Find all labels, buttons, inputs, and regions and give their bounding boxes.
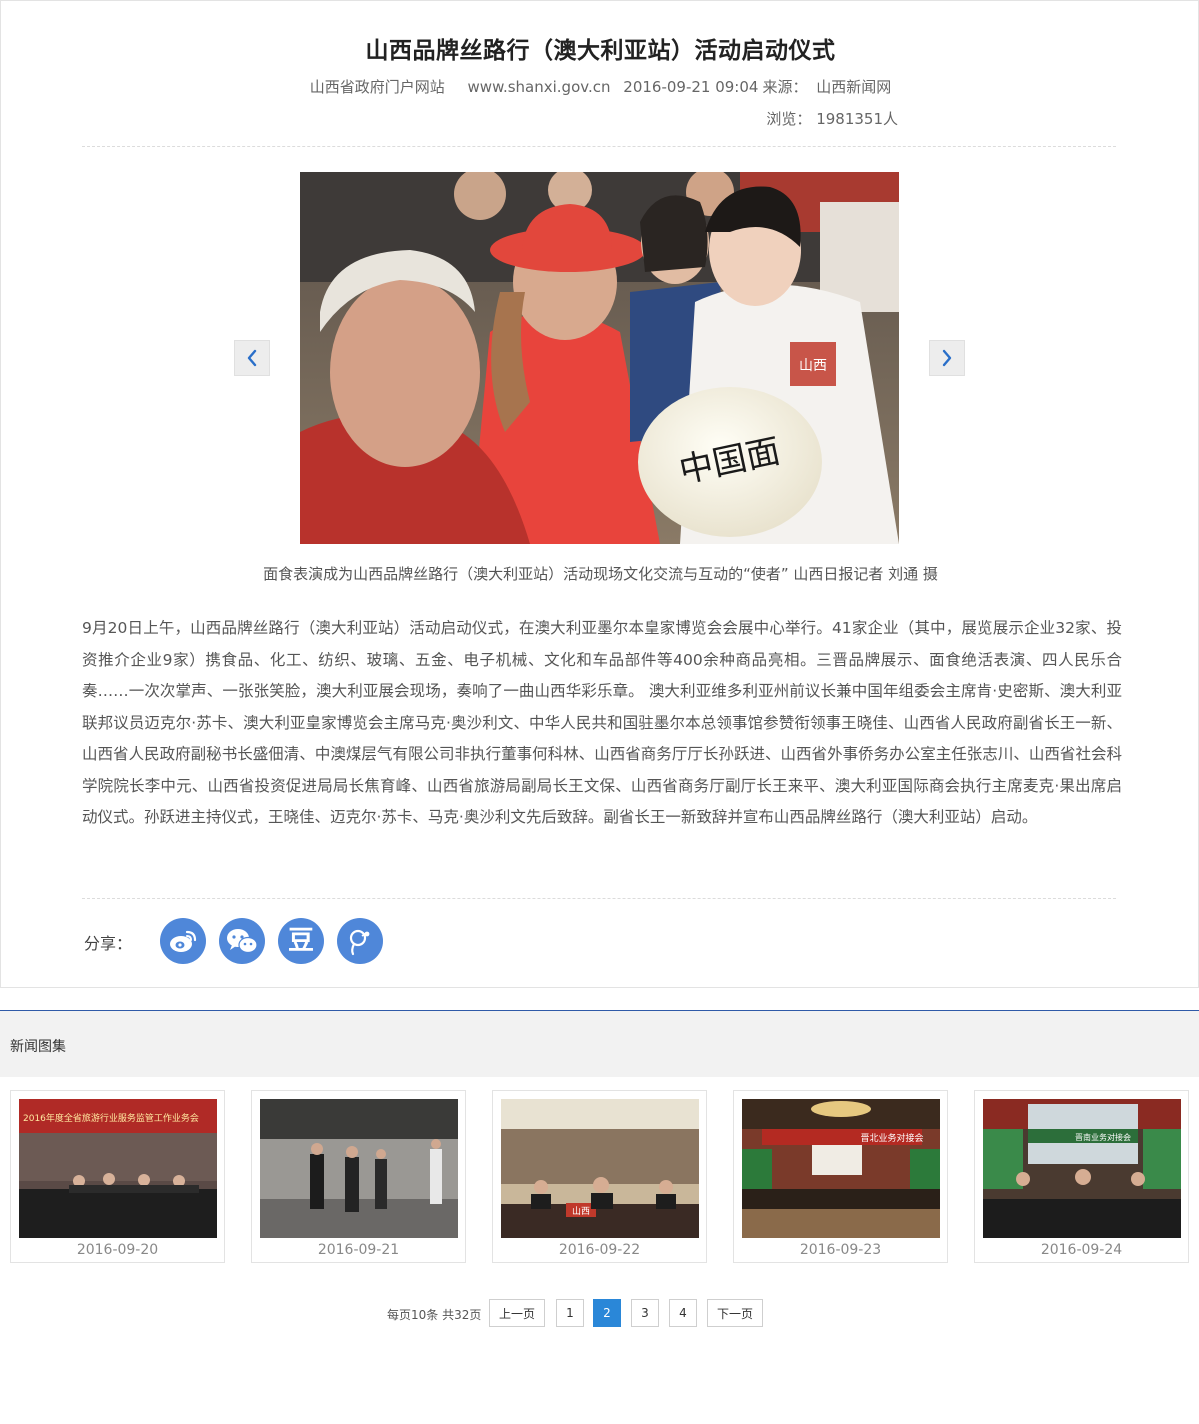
gallery-item[interactable]: 晋南业务对接会 2016-09-24 <box>974 1090 1189 1263</box>
article-card: 山西品牌丝路行（澳大利亚站）活动启动仪式 山西省政府门户网站 www.shanx… <box>0 0 1199 988</box>
wechat-icon <box>227 929 258 954</box>
gallery-item[interactable]: 山西 2016-09-22 <box>492 1090 707 1263</box>
slider-next-button[interactable] <box>929 340 965 376</box>
meta-source-label: 来源： <box>762 78 808 96</box>
photo-badge: 山西 <box>799 358 827 374</box>
gallery-date: 2016-09-21 <box>317 1242 400 1258</box>
page-button-1[interactable]: 1 <box>556 1299 584 1327</box>
gallery-date: 2016-09-24 <box>1040 1242 1123 1258</box>
slider-prev-button[interactable] <box>234 340 270 376</box>
gallery-title: 新闻图集 <box>10 1039 66 1055</box>
gallery-item[interactable]: 晋北业务对接会 2016-09-23 <box>733 1090 948 1263</box>
gallery-banner-text: 山西 <box>572 1206 590 1217</box>
article-photo: 山西 中国面 <box>300 172 899 544</box>
share-weibo-button[interactable] <box>160 918 206 964</box>
share-douban-button[interactable]: 豆 <box>278 918 324 964</box>
weibo-icon <box>170 930 197 952</box>
gallery-thumbnail: 晋北业务对接会 <box>742 1099 940 1238</box>
article-title: 山西品牌丝路行（澳大利亚站）活动启动仪式 <box>365 38 836 64</box>
meta-site: 山西省政府门户网站 <box>309 78 445 96</box>
chevron-left-icon <box>247 349 257 367</box>
body-divider <box>82 898 1116 899</box>
meta-url: www.shanxi.gov.cn <box>467 78 611 96</box>
gallery-item[interactable]: 2016-09-21 <box>251 1090 466 1263</box>
article-meta: 山西省政府门户网站 www.shanxi.gov.cn 2016-09-21 0… <box>1 76 1199 97</box>
meta-source: 山西新闻网 <box>816 78 892 96</box>
next-page-button[interactable]: 下一页 <box>707 1299 763 1327</box>
gallery-thumbnail <box>260 1099 458 1238</box>
gallery-banner-text: 晋北业务对接会 <box>860 1132 923 1144</box>
gallery-date: 2016-09-22 <box>558 1242 641 1258</box>
gallery-date: 2016-09-23 <box>799 1242 882 1258</box>
douban-icon: 豆 <box>287 926 314 956</box>
photo-caption: 面食表演成为山西品牌丝路行（澳大利亚站）活动现场文化交流与互动的“使者” 山西日… <box>263 565 938 583</box>
header-divider <box>82 146 1116 147</box>
gallery-thumbnail: 晋南业务对接会 <box>983 1099 1181 1238</box>
prev-page-button[interactable]: 上一页 <box>489 1299 545 1327</box>
gallery-header <box>0 1011 1199 1077</box>
article-body: 9月20日上午，山西品牌丝路行（澳大利亚站）活动启动仪式，在澳大利亚墨尔本皇家博… <box>82 619 1122 826</box>
share-wechat-button[interactable] <box>219 918 265 964</box>
view-count: 浏览： 1981351人 <box>766 110 898 128</box>
pagination: 每页10条 共32页 上一页 1 2 3 4 下一页 <box>0 1299 1199 1327</box>
gallery-banner-text: 2016年度全省旅游行业服务监管工作业务会 <box>23 1112 199 1124</box>
gallery-item[interactable]: 2016年度全省旅游行业服务监管工作业务会 2016-09-20 <box>10 1090 225 1263</box>
page-button-2[interactable]: 2 <box>593 1299 621 1327</box>
share-qzone-button[interactable] <box>337 918 383 964</box>
meta-datetime: 2016-09-21 09:04 <box>623 78 759 96</box>
page-button-3[interactable]: 3 <box>631 1299 659 1327</box>
gallery-thumbnail: 2016年度全省旅游行业服务监管工作业务会 <box>19 1099 217 1238</box>
gallery-date: 2016-09-20 <box>76 1242 159 1258</box>
gallery-banner-text: 晋南业务对接会 <box>1075 1132 1131 1142</box>
qzone-icon <box>349 929 370 956</box>
gallery-thumbnail: 山西 <box>501 1099 699 1238</box>
share-label: 分享： <box>84 934 133 953</box>
pagination-info: 每页10条 共32页 <box>387 1308 482 1322</box>
chevron-right-icon <box>942 349 952 367</box>
page-button-4[interactable]: 4 <box>669 1299 697 1327</box>
